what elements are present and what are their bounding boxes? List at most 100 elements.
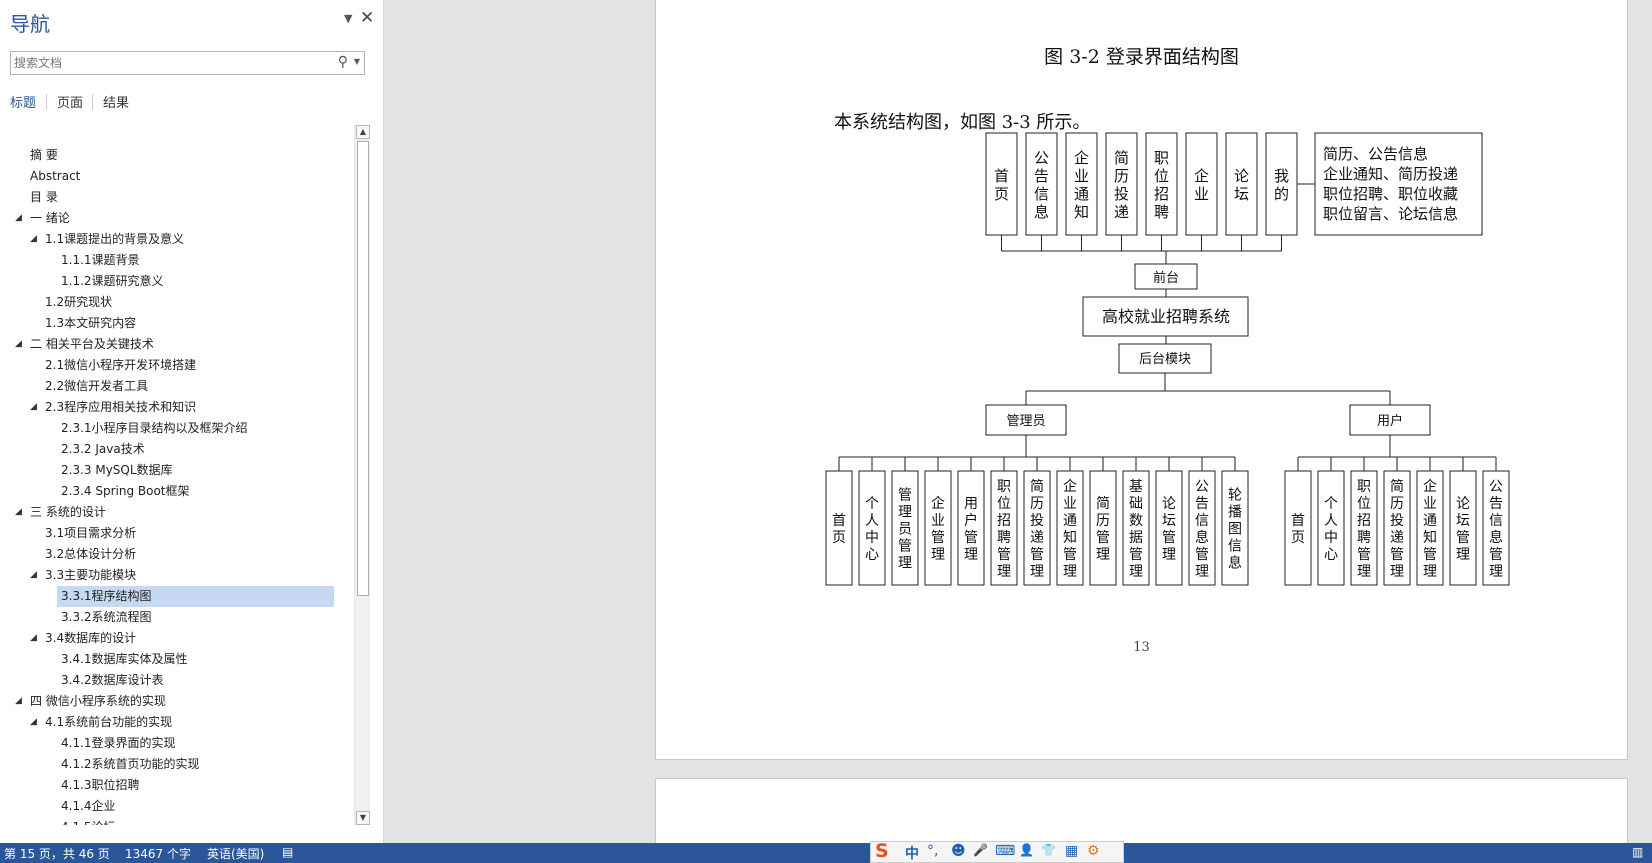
nav-heading-item[interactable]: 4.1.2系统首页功能的实现 [0, 754, 354, 775]
admin-module-label: 基 [1129, 478, 1143, 495]
nav-heading-item[interactable]: 4.1.1登录界面的实现 [0, 733, 354, 754]
nav-heading-item[interactable]: 3.4.2数据库设计表 [0, 670, 354, 691]
admin-module-label: 息 [1195, 529, 1209, 546]
nav-heading-item[interactable]: ◢ 3.4数据库的设计 [0, 628, 354, 649]
nav-heading-item[interactable]: 4.1.3职位招聘 [0, 775, 354, 796]
document-area[interactable]: 图 3-2 登录界面结构图 本系统结构图，如图 3-3 所示。 首页公告信息企业… [385, 0, 1652, 858]
admin-module-label: 播 [1228, 505, 1242, 521]
nav-heading-item[interactable]: Abstract [0, 166, 354, 187]
nav-heading-item[interactable]: 2.3.2 Java技术 [0, 439, 354, 460]
front-module-label: 公 [1034, 149, 1049, 167]
nav-heading-item[interactable]: 3.3.1程序结构图 [0, 586, 354, 607]
nav-heading-label: 4.1.2系统首页功能的实现 [61, 757, 200, 771]
admin-module-label: 管 [1063, 547, 1077, 563]
user-module-label: 人 [1324, 513, 1338, 529]
front-module-label: 告 [1034, 167, 1049, 185]
nav-heading-label: 1.2研究现状 [45, 295, 113, 309]
admin-module-label: 员 [898, 522, 912, 538]
admin-module-label: 简 [1030, 478, 1044, 495]
collapse-arrow-icon[interactable]: ◢ [15, 691, 22, 712]
ime-user-icon[interactable]: 👤 [1019, 843, 1034, 857]
nav-heading-item[interactable]: ◢ 三 系统的设计 [0, 502, 354, 523]
nav-heading-item[interactable]: 3.2总体设计分析 [0, 544, 354, 565]
ime-emoji-icon[interactable]: ☻ [951, 843, 966, 859]
nav-heading-item[interactable]: 3.4.1数据库实体及属性 [0, 649, 354, 670]
tab-pages[interactable]: 页面 [57, 92, 83, 111]
ime-tool-icon[interactable]: ⚙ [1087, 843, 1100, 859]
nav-heading-item[interactable]: 4.1.5论坛 [0, 817, 354, 825]
ime-keyboard-icon[interactable]: ⌨ [995, 843, 1015, 859]
ime-grid-icon[interactable]: ▦ [1065, 843, 1078, 859]
nav-close-icon[interactable]: ✕ [360, 8, 374, 28]
ime-mic-icon[interactable]: 🎤 [973, 843, 988, 857]
collapse-arrow-icon[interactable]: ◢ [30, 565, 37, 586]
user-module-label: 管 [1390, 547, 1404, 563]
search-box[interactable]: ⚲ ▼ [10, 51, 365, 75]
scroll-thumb[interactable] [357, 141, 369, 596]
nav-heading-item[interactable]: 1.1.1课题背景 [0, 250, 354, 271]
nav-heading-label: 2.3.3 MySQL数据库 [61, 463, 173, 477]
nav-heading-item[interactable]: ◢ 3.3主要功能模块 [0, 565, 354, 586]
collapse-arrow-icon[interactable]: ◢ [30, 628, 37, 649]
nav-options-chevron-icon[interactable]: ▼ [344, 12, 352, 25]
word-count[interactable]: 13467 个字 [125, 845, 191, 862]
nav-heading-item[interactable]: 2.2微信开发者工具 [0, 376, 354, 397]
nav-heading-item[interactable]: 2.1微信小程序开发环境搭建 [0, 355, 354, 376]
admin-module-label: 业 [931, 513, 945, 529]
search-dropdown-icon[interactable]: ▼ [354, 57, 360, 66]
user-module-label: 理 [1423, 564, 1437, 580]
nav-heading-item[interactable]: ◢ 四 微信小程序系统的实现 [0, 691, 354, 712]
admin-module-label: 理 [1162, 547, 1176, 563]
collapse-arrow-icon[interactable]: ◢ [15, 502, 22, 523]
ime-skin-icon[interactable]: 👕 [1041, 843, 1056, 857]
admin-module-label: 管 [1096, 530, 1110, 546]
collapse-arrow-icon[interactable]: ◢ [30, 397, 37, 418]
admin-module-label: 管 [1162, 530, 1176, 546]
admin-module-label: 招 [997, 513, 1011, 529]
admin-module-label: 轮 [1228, 488, 1242, 504]
search-input[interactable] [11, 52, 311, 74]
nav-heading-item[interactable]: 1.1.2课题研究意义 [0, 271, 354, 292]
nav-heading-item[interactable]: 目 录 [0, 187, 354, 208]
view-mode-icon[interactable]: ▥ [1632, 845, 1643, 859]
nav-scrollbar[interactable]: ▲ ▼ [354, 125, 370, 825]
nav-heading-item[interactable]: 1.2研究现状 [0, 292, 354, 313]
collapse-arrow-icon[interactable]: ◢ [30, 229, 37, 250]
admin-module-label: 位 [997, 496, 1011, 512]
document-page[interactable]: 图 3-2 登录界面结构图 本系统结构图，如图 3-3 所示。 首页公告信息企业… [655, 0, 1628, 760]
scroll-up-icon[interactable]: ▲ [356, 125, 370, 139]
scroll-down-icon[interactable]: ▼ [356, 811, 370, 825]
language-indicator[interactable]: 英语(美国) [207, 845, 264, 862]
nav-heading-item[interactable]: 2.3.4 Spring Boot框架 [0, 481, 354, 502]
nav-heading-item[interactable]: ◢ 4.1系统前台功能的实现 [0, 712, 354, 733]
nav-heading-item[interactable]: 摘 要 [0, 145, 354, 166]
admin-module-label: 告 [1195, 496, 1209, 512]
nav-heading-item[interactable]: 2.3.1小程序目录结构以及框架介绍 [0, 418, 354, 439]
nav-heading-item[interactable]: ◢ 二 相关平台及关键技术 [0, 334, 354, 355]
nav-heading-item[interactable]: 3.3.2系统流程图 [0, 607, 354, 628]
search-icon[interactable]: ⚲ [338, 54, 348, 70]
front-module-label: 企 [1194, 167, 1209, 185]
nav-heading-item[interactable]: 3.1项目需求分析 [0, 523, 354, 544]
nav-heading-item[interactable]: 1.3本文研究内容 [0, 313, 354, 334]
ime-mode-toggle[interactable]: 中 [905, 843, 919, 863]
ime-punctuation-icon[interactable]: °, [927, 843, 938, 859]
nav-heading-item[interactable]: ◢ 1.1课题提出的背景及意义 [0, 229, 354, 250]
page-count[interactable]: 第 15 页，共 46 页 [4, 845, 110, 862]
user-module-label: 位 [1357, 496, 1371, 512]
collapse-arrow-icon[interactable]: ◢ [30, 712, 37, 733]
nav-heading-item[interactable]: ◢ 2.3程序应用相关技术和知识 [0, 397, 354, 418]
user-module-label: 理 [1456, 547, 1470, 563]
macro-icon[interactable]: ▤ [282, 845, 293, 859]
heading-tree: 摘 要 Abstract 目 录 ◢ 一 绪论 ◢ 1.1课题提出的背景及意义 1.1.1课题… [0, 145, 354, 825]
nav-heading-item[interactable]: 4.1.4企业 [0, 796, 354, 817]
ime-logo-icon[interactable]: S [875, 840, 889, 862]
user-module-label: 递 [1390, 530, 1404, 546]
collapse-arrow-icon[interactable]: ◢ [15, 334, 22, 355]
tab-results[interactable]: 结果 [103, 92, 129, 111]
collapse-arrow-icon[interactable]: ◢ [15, 208, 22, 229]
tab-headings[interactable]: 标题 [10, 92, 36, 111]
admin-module-label: 简 [1096, 495, 1110, 512]
nav-heading-item[interactable]: ◢ 一 绪论 [0, 208, 354, 229]
nav-heading-item[interactable]: 2.3.3 MySQL数据库 [0, 460, 354, 481]
